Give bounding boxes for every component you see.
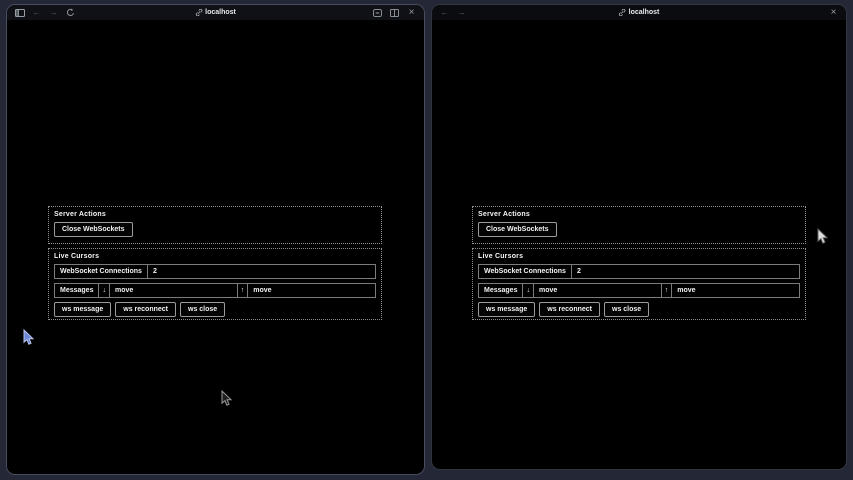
live-cursors-panel: Live Cursors WebSocket Connections 2 Mes… <box>48 248 382 320</box>
link-icon <box>619 9 626 16</box>
live-cursors-title: Live Cursors <box>478 253 800 260</box>
ws-reconnect-button[interactable]: ws reconnect <box>115 302 176 317</box>
connections-row: WebSocket Connections 2 <box>54 264 376 279</box>
titlebar-left[interactable]: ← → localhost × <box>7 5 424 20</box>
server-actions-title: Server Actions <box>54 211 376 218</box>
browser-window-left: ← → localhost × Ser <box>6 4 425 475</box>
close-icon[interactable]: × <box>405 7 418 19</box>
arrow-down-icon: ↓ <box>99 284 110 297</box>
address-title-right: localhost <box>619 5 660 20</box>
titlebar-right[interactable]: ← → localhost × <box>432 5 846 20</box>
close-websockets-button[interactable]: Close WebSockets <box>478 222 557 237</box>
close-websockets-button[interactable]: Close WebSockets <box>54 222 133 237</box>
connections-row: WebSocket Connections 2 <box>478 264 800 279</box>
browser-window-right: ← → localhost × Server Actions Close Web… <box>431 4 847 470</box>
connections-value: 2 <box>148 265 375 278</box>
ws-message-button[interactable]: ws message <box>54 302 111 317</box>
server-actions-panel: Server Actions Close WebSockets <box>48 206 382 244</box>
connections-label: WebSocket Connections <box>479 265 572 278</box>
connections-label: WebSocket Connections <box>55 265 148 278</box>
connections-value: 2 <box>572 265 799 278</box>
arrow-up-icon: ↑ <box>662 284 673 297</box>
toolbar-right-group: ← → <box>438 7 468 19</box>
ws-message-button[interactable]: ws message <box>478 302 535 317</box>
forward-icon[interactable]: → <box>47 7 60 19</box>
arrow-up-icon: ↑ <box>238 284 249 297</box>
ws-buttons-row: ws message ws reconnect ws close <box>54 298 376 317</box>
reload-icon[interactable] <box>64 7 77 19</box>
page-content-left: Server Actions Close WebSockets Live Cur… <box>7 20 424 474</box>
outgoing-message-value: move <box>248 284 375 297</box>
back-icon[interactable]: ← <box>438 7 451 19</box>
address-title-left: localhost <box>195 5 236 20</box>
ws-close-button[interactable]: ws close <box>180 302 225 317</box>
outgoing-message-value: move <box>672 284 799 297</box>
ws-buttons-row: ws message ws reconnect ws close <box>478 298 800 317</box>
server-actions-title: Server Actions <box>478 211 800 218</box>
toolbar-left-right-group: × <box>371 7 418 19</box>
desktop: ← → localhost × Ser <box>0 0 853 480</box>
sidebar-toggle-icon[interactable] <box>13 7 26 19</box>
toolbar-right-right-group: × <box>827 7 840 19</box>
page-title: localhost <box>205 9 236 16</box>
live-cursors-title: Live Cursors <box>54 253 376 260</box>
messages-row: Messages ↓ move ↑ move <box>478 283 800 298</box>
back-icon[interactable]: ← <box>30 7 43 19</box>
toolbar-left-group: ← → <box>13 7 77 19</box>
server-actions-panel: Server Actions Close WebSockets <box>472 206 806 244</box>
close-icon[interactable]: × <box>827 7 840 19</box>
arrow-down-icon: ↓ <box>523 284 534 297</box>
messages-label: Messages <box>479 284 523 297</box>
ws-close-button[interactable]: ws close <box>604 302 649 317</box>
messages-row: Messages ↓ move ↑ move <box>54 283 376 298</box>
page-menu-icon[interactable] <box>371 7 384 19</box>
page-content-right: Server Actions Close WebSockets Live Cur… <box>432 20 846 469</box>
messages-label: Messages <box>55 284 99 297</box>
incoming-message-value: move <box>534 284 662 297</box>
incoming-message-value: move <box>110 284 238 297</box>
forward-icon[interactable]: → <box>455 7 468 19</box>
ws-reconnect-button[interactable]: ws reconnect <box>539 302 600 317</box>
page-title: localhost <box>629 9 660 16</box>
split-view-icon[interactable] <box>388 7 401 19</box>
live-cursors-panel: Live Cursors WebSocket Connections 2 Mes… <box>472 248 806 320</box>
link-icon <box>195 9 202 16</box>
